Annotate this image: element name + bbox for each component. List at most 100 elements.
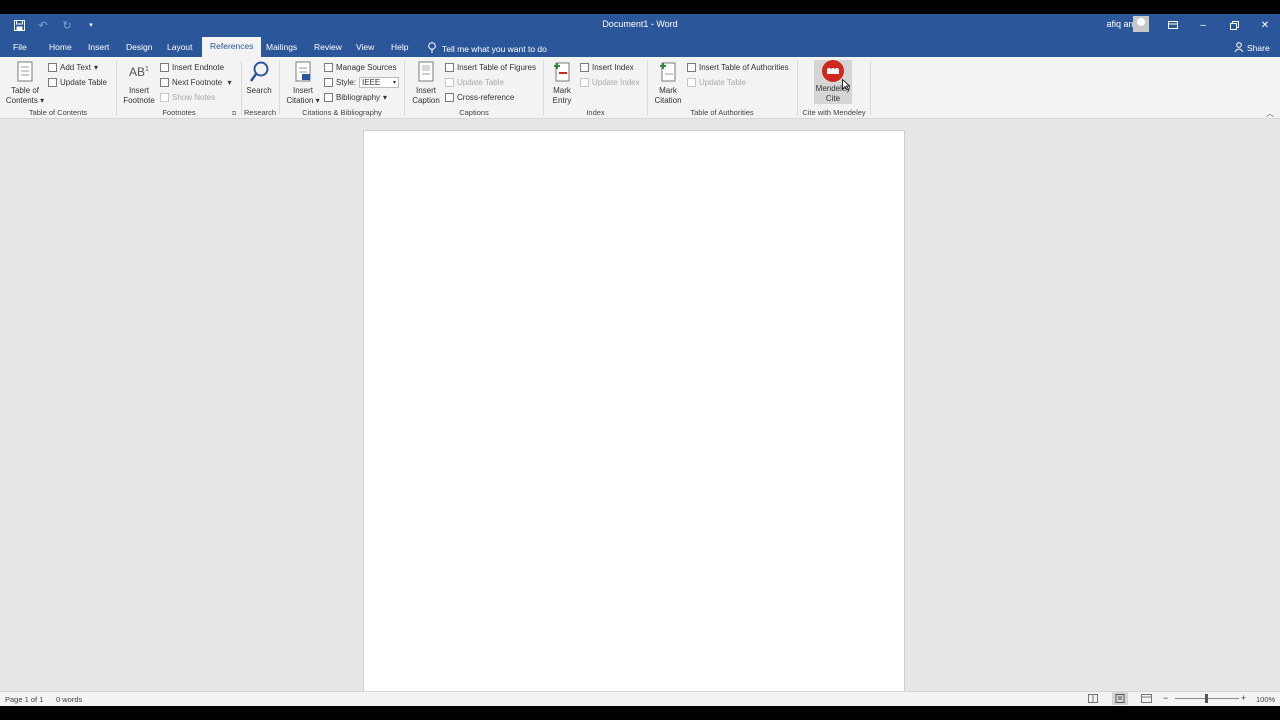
zoom-level[interactable]: 100% (1256, 695, 1275, 704)
update-table-authorities-label: Update Table (699, 77, 746, 87)
insert-caption-button[interactable]: Insert Caption (409, 60, 443, 106)
group-separator (797, 61, 798, 115)
style-label: Style: (336, 77, 357, 87)
table-of-contents-label-1: Table of (10, 86, 40, 95)
mark-citation-label-2: Citation (654, 96, 682, 105)
update-index-icon (580, 77, 589, 87)
zoom-in-icon[interactable]: + (1241, 693, 1246, 703)
table-of-contents-button[interactable]: Table of Contents ▾ (5, 60, 45, 106)
tell-me-box[interactable]: Tell me what you want to do (428, 42, 547, 55)
mark-entry-label-2: Entry (552, 96, 572, 105)
insert-table-of-figures-label: Insert Table of Figures (457, 62, 537, 72)
share-label: Share (1247, 43, 1270, 53)
update-table-captions-label: Update Table (457, 77, 504, 87)
tab-file[interactable]: File (13, 40, 27, 57)
update-table-captions-button[interactable]: Update Table (445, 76, 504, 88)
update-table-icon (687, 77, 696, 87)
insert-index-button[interactable]: Insert Index (580, 61, 634, 73)
share-button[interactable]: Share (1234, 42, 1270, 54)
tab-insert[interactable]: Insert (88, 40, 109, 57)
footnotes-dialog-launcher-icon[interactable]: ⧉ (232, 108, 236, 120)
manage-sources-button[interactable]: Manage Sources (324, 61, 396, 73)
bibliography-button[interactable]: Bibliography ▾ (324, 91, 387, 103)
update-table-authorities-button[interactable]: Update Table (687, 76, 746, 88)
mark-citation-label-1: Mark (659, 86, 677, 95)
mouse-cursor-icon (842, 78, 851, 96)
insert-table-of-authorities-button[interactable]: Insert Table of Authorities (687, 61, 789, 73)
bibliography-icon (324, 92, 333, 102)
insert-footnote-icon: AB1 (129, 65, 149, 79)
style-value: IEEE (362, 77, 381, 87)
manage-sources-icon (324, 62, 333, 72)
insert-citation-label-2: Citation (286, 96, 314, 105)
update-table-icon (48, 77, 57, 87)
insert-table-of-authorities-label: Insert Table of Authorities (699, 62, 789, 72)
group-separator (647, 61, 648, 115)
tab-view[interactable]: View (356, 40, 374, 57)
avatar[interactable] (1133, 16, 1149, 32)
tab-layout[interactable]: Layout (167, 40, 193, 57)
group-label-citations: Citations & Bibliography (302, 108, 382, 117)
restore-icon[interactable] (1226, 17, 1242, 33)
zoom-slider-thumb[interactable] (1205, 694, 1208, 703)
update-table-toc-label: Update Table (60, 77, 107, 87)
insert-footnote-label-2: Footnote (123, 96, 155, 105)
print-layout-icon[interactable] (1112, 692, 1128, 705)
group-label-index: Index (586, 108, 605, 117)
group-separator (241, 61, 242, 115)
group-label-authorities: Table of Authorities (690, 108, 754, 117)
letterbox-top (0, 0, 1280, 14)
ribbon-tabs: File Home Insert Design Layout Reference… (0, 36, 1280, 57)
show-notes-button[interactable]: Show Notes (160, 91, 215, 103)
group-label-research: Research (243, 108, 277, 117)
add-text-label: Add Text (60, 62, 91, 72)
manage-sources-label: Manage Sources (336, 62, 397, 72)
insert-table-of-figures-button[interactable]: Insert Table of Figures (445, 61, 536, 73)
update-table-toc-button[interactable]: Update Table (48, 76, 107, 88)
chevron-down-icon: ▾ (393, 79, 397, 86)
group-separator (543, 61, 544, 115)
search-button[interactable]: Search (244, 60, 274, 96)
table-of-contents-icon (14, 60, 36, 84)
search-label: Search (246, 86, 272, 95)
tab-mailings[interactable]: Mailings (266, 40, 297, 57)
group-separator (404, 61, 405, 115)
update-index-label: Update Index (592, 77, 640, 87)
minimize-icon[interactable]: – (1195, 17, 1211, 33)
group-label-captions: Captions (459, 108, 489, 117)
document-page[interactable] (363, 130, 905, 692)
insert-endnote-icon (160, 62, 169, 72)
tab-design[interactable]: Design (126, 40, 152, 57)
update-index-button[interactable]: Update Index (580, 76, 640, 88)
mark-citation-button[interactable]: Mark Citation (651, 60, 685, 106)
insert-footnote-label-1: Insert (128, 86, 149, 95)
insert-endnote-button[interactable]: Insert Endnote (160, 61, 224, 73)
insert-citation-button[interactable]: Insert Citation ▾ (284, 60, 322, 106)
insert-footnote-button[interactable]: AB1 Insert Footnote (121, 60, 157, 106)
style-dropdown[interactable]: IEEE ▾ (359, 76, 400, 88)
page-count[interactable]: Page 1 of 1 (5, 695, 43, 704)
style-icon (324, 77, 333, 87)
tab-home[interactable]: Home (49, 40, 72, 57)
tab-review[interactable]: Review (314, 40, 342, 57)
collapse-ribbon-icon[interactable]: ︿ (1266, 107, 1274, 119)
mark-entry-button[interactable]: Mark Entry (548, 60, 576, 106)
cross-reference-button[interactable]: Cross-reference (445, 91, 514, 103)
tab-help[interactable]: Help (391, 40, 408, 57)
web-layout-icon[interactable] (1141, 694, 1152, 705)
tab-references[interactable]: References (202, 37, 262, 57)
word-count[interactable]: 0 words (56, 695, 82, 704)
group-label-footnotes: Footnotes (162, 108, 196, 117)
read-mode-icon[interactable] (1088, 694, 1098, 705)
zoom-out-icon[interactable]: − (1163, 693, 1168, 703)
person-icon (1234, 42, 1244, 54)
mark-entry-icon (551, 60, 573, 84)
insert-citation-label-1: Insert (292, 86, 313, 95)
status-bar: Page 1 of 1 0 words − + 100% (0, 691, 1280, 706)
close-icon[interactable]: ✕ (1257, 17, 1273, 33)
insert-index-label: Insert Index (592, 62, 634, 72)
ribbon-display-options-icon[interactable] (1165, 17, 1181, 33)
next-footnote-label: Next Footnote (172, 77, 223, 87)
add-text-button[interactable]: Add Text ▾ (48, 61, 98, 73)
next-footnote-button[interactable]: Next Footnote ▾ (160, 76, 232, 88)
